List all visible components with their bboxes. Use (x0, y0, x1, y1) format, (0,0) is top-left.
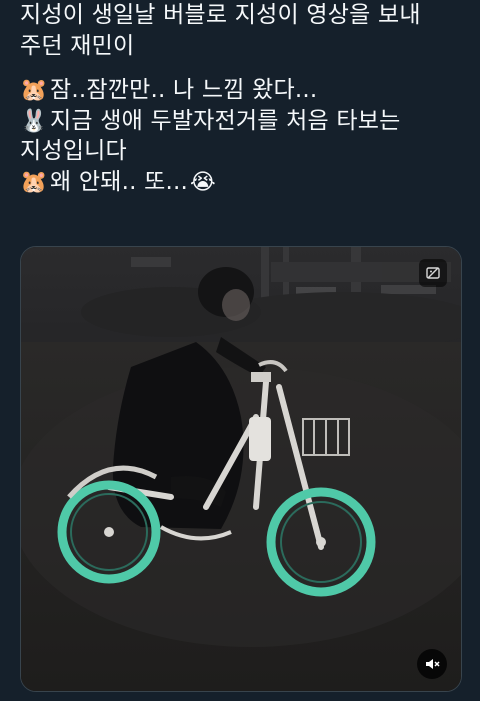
mute-button[interactable] (417, 649, 447, 679)
chat-line-4: 🐹 왜 안돼.. 또...😭 (20, 167, 470, 198)
chat-line-3-text: 지성입니다 (20, 138, 127, 164)
video-frame (21, 247, 461, 691)
hamster-emoji-icon: 🐹 (20, 78, 48, 103)
crying-face-emoji-icon: 😭 (190, 169, 216, 195)
tweet-text: 지성이 생일날 버블로 지성이 영상을 보내 주던 재민이 🐹 잠..잠깐만.. … (20, 0, 470, 197)
hamster-emoji-icon: 🐹 (20, 169, 48, 195)
rabbit-emoji-icon: 🐰 (20, 108, 48, 134)
tweet-line-2: 주던 재민이 (20, 32, 135, 59)
speaker-muted-icon (426, 659, 440, 669)
tweet-line-1: 지성이 생일날 버블로 지성이 영상을 보내 (20, 2, 421, 28)
chat-line-2: 🐰 지금 생애 두발자전거를 처음 타보는 (20, 106, 470, 137)
chat-line-3: 지성입니다 (20, 136, 470, 167)
chat-line-4-text: 왜 안돼.. 또... (50, 168, 189, 195)
chat-line-1-text: 잠..잠깐만.. 나 느낌 왔다... (50, 77, 318, 103)
chat-line-2-text: 지금 생애 두발자전거를 처음 타보는 (50, 107, 401, 134)
gif-off-icon (419, 259, 447, 287)
chat-line-1: 🐹 잠..잠깐만.. 나 느낌 왔다... (20, 75, 470, 106)
video-player[interactable] (20, 246, 462, 692)
